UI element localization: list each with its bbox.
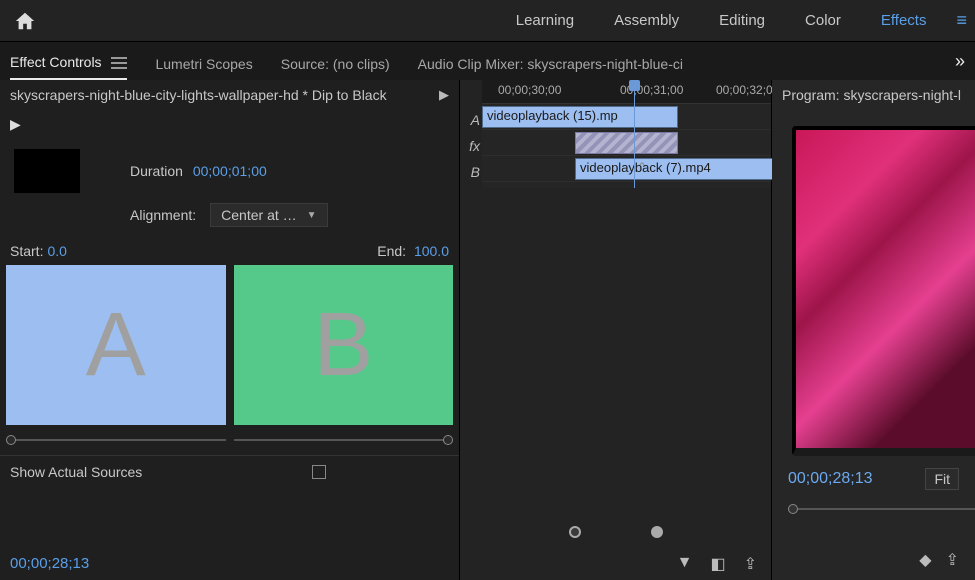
workspace-editing[interactable]: Editing — [719, 12, 765, 29]
tab-lumetri-scopes[interactable]: Lumetri Scopes — [155, 56, 252, 80]
ruler-tick: 00;00;30;00 — [498, 83, 561, 97]
marker-icon[interactable]: ◆ — [919, 550, 931, 570]
track-label-b: B — [460, 156, 482, 182]
ruler-tick: 00;00;32;00 — [716, 83, 779, 97]
transition-clip[interactable] — [575, 132, 678, 154]
zoom-handle-right[interactable] — [651, 526, 663, 538]
program-scrubber[interactable] — [772, 502, 975, 516]
end-field[interactable]: End: 100.0 — [230, 243, 450, 259]
tab-program[interactable]: Program: skyscrapers-night-l — [782, 87, 961, 103]
workspace-assembly[interactable]: Assembly — [614, 12, 679, 29]
workspace-overflow-icon[interactable]: ≡ — [956, 10, 967, 31]
program-timecode[interactable]: 00;00;28;13 — [788, 470, 873, 488]
alignment-select[interactable]: Center at … ▼ — [210, 203, 327, 227]
program-monitor-preview — [792, 126, 975, 456]
show-actual-sources-checkbox[interactable] — [312, 465, 326, 479]
snapshot-icon[interactable]: ◧ — [710, 554, 725, 574]
effect-controls-timecode[interactable]: 00;00;28;13 — [0, 547, 459, 580]
alignment-label: Alignment: — [130, 207, 196, 223]
show-actual-sources-label: Show Actual Sources — [10, 464, 142, 480]
transition-preview-thumb — [14, 149, 80, 193]
tab-effect-controls[interactable]: Effect Controls — [10, 54, 127, 80]
duration-label: Duration — [130, 163, 183, 179]
workspace-learning[interactable]: Learning — [516, 12, 574, 29]
clip-b[interactable]: videoplayback (7).mp4 — [575, 158, 775, 180]
track-label-fx: fx — [460, 130, 482, 156]
timeline-ruler[interactable]: 00;00;30;00 00;00;31;00 00;00;32;00 — [482, 80, 771, 104]
start-slider[interactable] — [6, 435, 226, 445]
play-arrow-icon[interactable]: ▶ — [439, 87, 449, 103]
clip-title: skyscrapers-night-blue-city-lights-wallp… — [10, 87, 387, 103]
tab-effect-controls-label: Effect Controls — [10, 54, 102, 70]
thumb-a: A — [6, 265, 226, 425]
workspace-color[interactable]: Color — [805, 12, 841, 29]
workspace-effects[interactable]: Effects — [881, 12, 927, 29]
panel-menu-icon[interactable] — [111, 57, 127, 69]
track-expand-icon[interactable]: ⌃ — [637, 160, 647, 174]
tab-audio-clip-mixer[interactable]: Audio Clip Mixer: skyscrapers-night-blue… — [418, 56, 683, 80]
zoom-select[interactable]: Fit — [925, 468, 959, 490]
home-icon[interactable] — [8, 4, 42, 38]
export-icon[interactable]: ⇪ — [744, 554, 757, 574]
duration-value[interactable]: 00;00;01;00 — [193, 163, 267, 179]
export-frame-icon[interactable]: ⇪ — [946, 550, 959, 570]
playback-icon[interactable]: ▶ — [10, 116, 21, 132]
thumb-b: B — [234, 265, 454, 425]
playhead[interactable] — [634, 80, 635, 188]
end-slider[interactable] — [234, 435, 454, 445]
start-field[interactable]: Start:0.0 — [10, 243, 230, 259]
tab-source[interactable]: Source: (no clips) — [281, 56, 390, 80]
zoom-handle-left[interactable] — [569, 526, 581, 538]
alignment-value: Center at … — [221, 207, 296, 223]
clip-a[interactable]: videoplayback (15).mp — [482, 106, 678, 128]
tabs-overflow-icon[interactable]: » — [955, 51, 965, 80]
chevron-down-icon: ▼ — [307, 210, 317, 221]
filter-icon[interactable]: ▼ — [677, 554, 693, 574]
track-label-a: A — [460, 104, 482, 130]
